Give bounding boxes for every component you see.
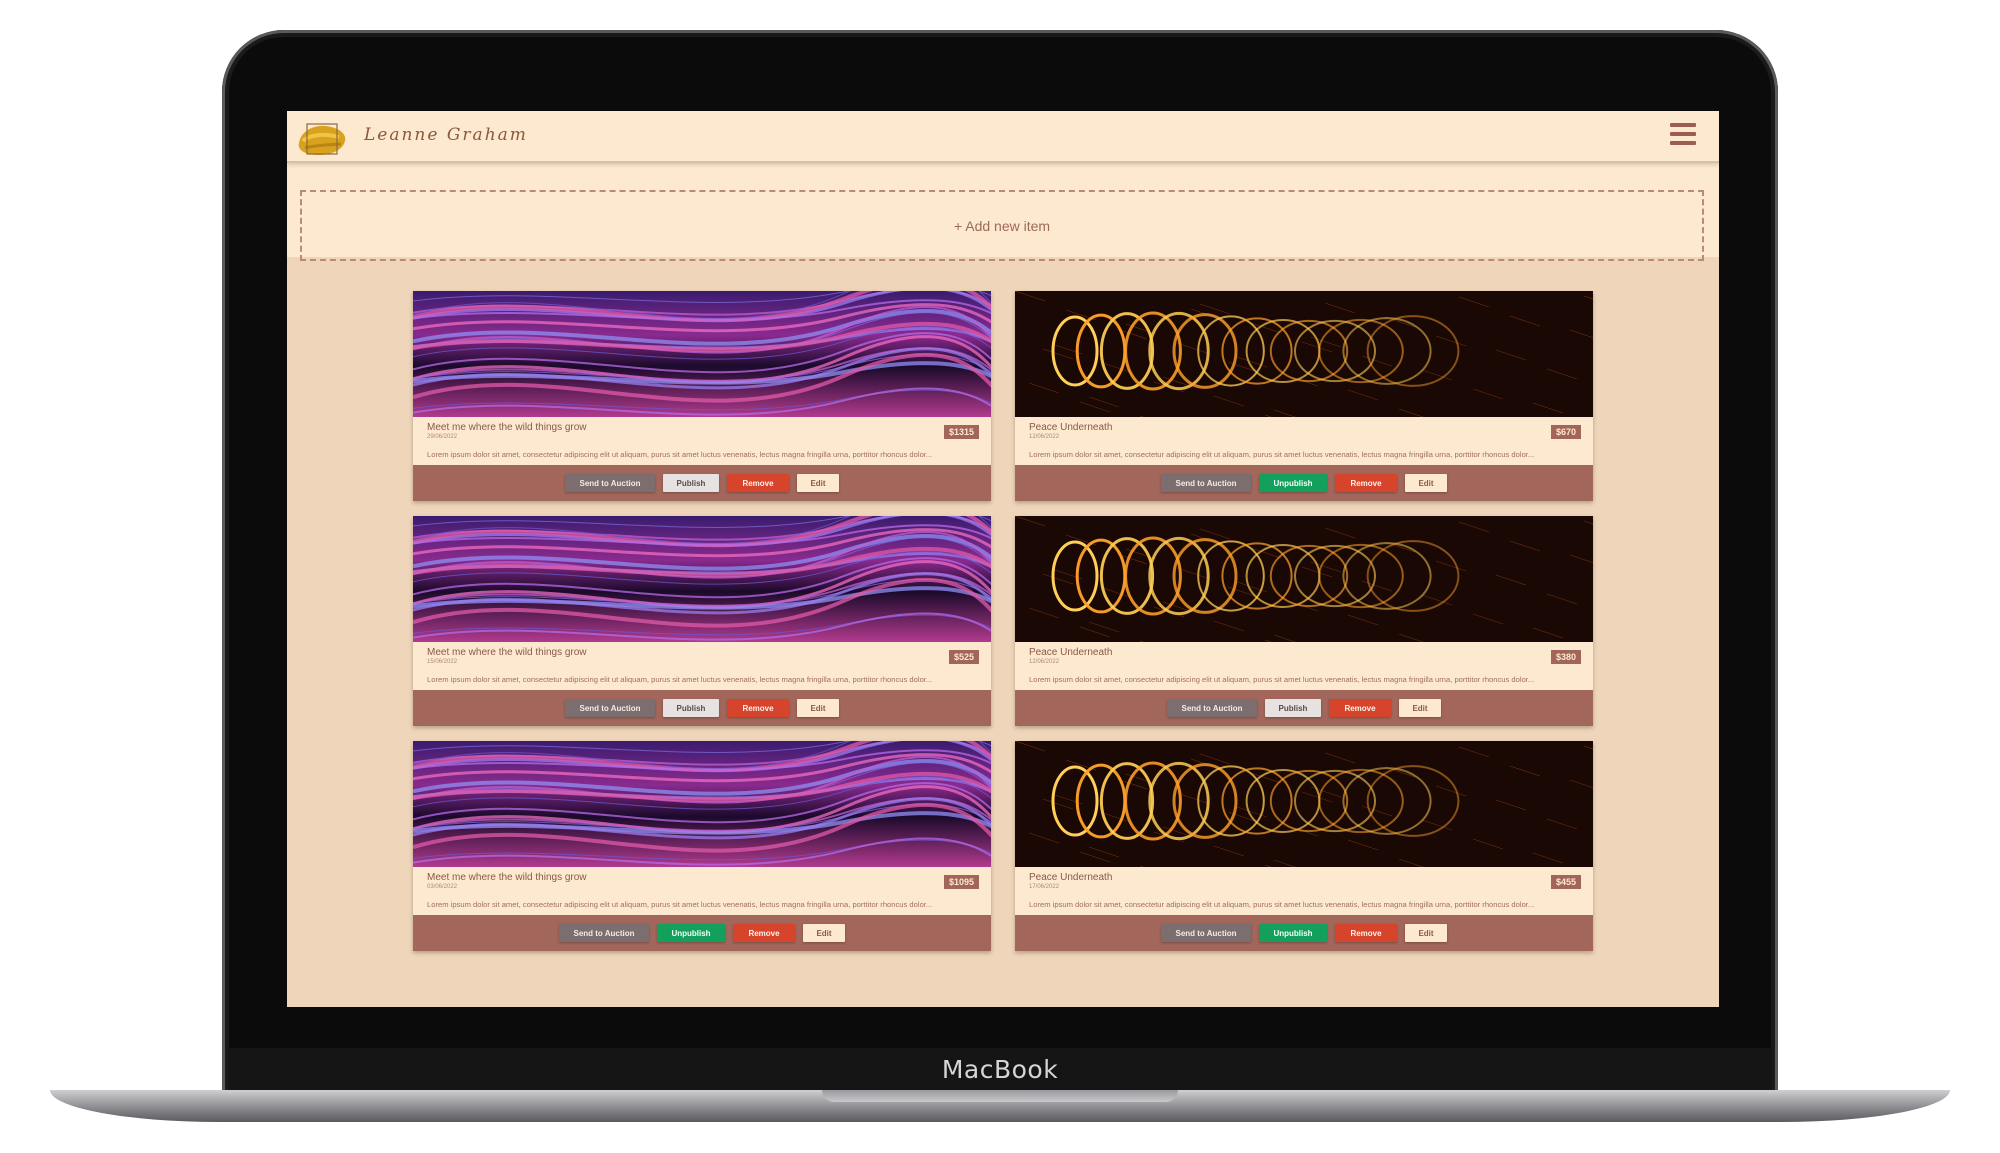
- price-badge: $670: [1550, 425, 1581, 439]
- edit-button[interactable]: Edit: [797, 474, 839, 492]
- edit-button[interactable]: Edit: [797, 699, 839, 717]
- card-title: Meet me where the wild things grow: [427, 647, 587, 658]
- price-badge: $380: [1550, 650, 1581, 664]
- gold-brush-logo-icon[interactable]: [295, 117, 349, 161]
- hamburger-menu-icon[interactable]: [1670, 123, 1696, 145]
- unpublish-button[interactable]: Unpublish: [1259, 924, 1327, 942]
- app-header: Leanne Graham: [287, 111, 1719, 163]
- laptop-brand-label: MacBook: [941, 1054, 1059, 1084]
- add-new-item-button[interactable]: + Add new item: [300, 190, 1704, 261]
- edit-button[interactable]: Edit: [1405, 924, 1447, 942]
- artwork-image: [1015, 516, 1593, 642]
- publish-button[interactable]: Publish: [663, 474, 719, 492]
- remove-button[interactable]: Remove: [733, 924, 795, 942]
- publish-button[interactable]: Publish: [1265, 699, 1321, 717]
- send-to-auction-button[interactable]: Send to Auction: [1167, 699, 1257, 717]
- card-date: 12/06/2022: [1029, 659, 1060, 665]
- card-description: Lorem ipsum dolor sit amet, consectetur …: [427, 675, 933, 684]
- card-action-bar: Send to Auction Publish Remove Edit: [413, 690, 991, 726]
- card-action-bar: Send to Auction Publish Remove Edit: [1015, 690, 1593, 726]
- card-description: Lorem ipsum dolor sit amet, consectetur …: [427, 900, 933, 909]
- laptop-chin: MacBook: [228, 1048, 1772, 1090]
- card-action-bar: Send to Auction Unpublish Remove Edit: [413, 915, 991, 951]
- remove-button[interactable]: Remove: [1335, 474, 1397, 492]
- artwork-card: Peace Underneath 17/06/2022 $455 Lorem i…: [1015, 741, 1593, 951]
- send-to-auction-button[interactable]: Send to Auction: [565, 699, 655, 717]
- card-description: Lorem ipsum dolor sit amet, consectetur …: [1029, 675, 1535, 684]
- remove-button[interactable]: Remove: [1329, 699, 1391, 717]
- send-to-auction-button[interactable]: Send to Auction: [565, 474, 655, 492]
- card-action-bar: Send to Auction Publish Remove Edit: [413, 465, 991, 501]
- artwork-image: [413, 741, 991, 867]
- price-badge: $525: [948, 650, 979, 664]
- laptop-hinge-notch: [822, 1090, 1178, 1102]
- edit-button[interactable]: Edit: [1405, 474, 1447, 492]
- price-badge: $1315: [943, 425, 979, 439]
- edit-button[interactable]: Edit: [1399, 699, 1441, 717]
- card-description: Lorem ipsum dolor sit amet, consectetur …: [427, 450, 933, 459]
- card-title: Peace Underneath: [1029, 647, 1113, 658]
- artwork-card: Peace Underneath 12/06/2022 $380 Lorem i…: [1015, 516, 1593, 726]
- publish-button[interactable]: Publish: [663, 699, 719, 717]
- artwork-image: [1015, 741, 1593, 867]
- remove-button[interactable]: Remove: [1335, 924, 1397, 942]
- price-badge: $1095: [943, 875, 979, 889]
- artwork-card: Meet me where the wild things grow 03/06…: [413, 741, 991, 951]
- brand-name[interactable]: Leanne Graham: [364, 125, 528, 145]
- card-title: Meet me where the wild things grow: [427, 422, 587, 433]
- card-date: 29/06/2022: [427, 434, 458, 440]
- price-badge: $455: [1550, 875, 1581, 889]
- artwork-card: Meet me where the wild things grow 15/06…: [413, 516, 991, 726]
- send-to-auction-button[interactable]: Send to Auction: [559, 924, 649, 942]
- artwork-image: [413, 516, 991, 642]
- remove-button[interactable]: Remove: [727, 474, 789, 492]
- card-title: Peace Underneath: [1029, 422, 1113, 433]
- card-title: Meet me where the wild things grow: [427, 872, 587, 883]
- card-date: 03/06/2022: [427, 884, 458, 890]
- artwork-image: [413, 291, 991, 417]
- card-date: 15/06/2022: [427, 659, 458, 665]
- unpublish-button[interactable]: Unpublish: [1259, 474, 1327, 492]
- card-date: 12/06/2022: [1029, 434, 1060, 440]
- edit-button[interactable]: Edit: [803, 924, 845, 942]
- unpublish-button[interactable]: Unpublish: [657, 924, 725, 942]
- card-date: 17/06/2022: [1029, 884, 1060, 890]
- artwork-card: Peace Underneath 12/06/2022 $670 Lorem i…: [1015, 291, 1593, 501]
- card-action-bar: Send to Auction Unpublish Remove Edit: [1015, 915, 1593, 951]
- send-to-auction-button[interactable]: Send to Auction: [1161, 924, 1251, 942]
- send-to-auction-button[interactable]: Send to Auction: [1161, 474, 1251, 492]
- card-title: Peace Underneath: [1029, 872, 1113, 883]
- card-action-bar: Send to Auction Unpublish Remove Edit: [1015, 465, 1593, 501]
- card-description: Lorem ipsum dolor sit amet, consectetur …: [1029, 900, 1535, 909]
- card-description: Lorem ipsum dolor sit amet, consectetur …: [1029, 450, 1535, 459]
- remove-button[interactable]: Remove: [727, 699, 789, 717]
- artwork-image: [1015, 291, 1593, 417]
- artwork-card: Meet me where the wild things grow 29/06…: [413, 291, 991, 501]
- app-screen: Leanne Graham + Add new item Meet me whe…: [287, 111, 1719, 1007]
